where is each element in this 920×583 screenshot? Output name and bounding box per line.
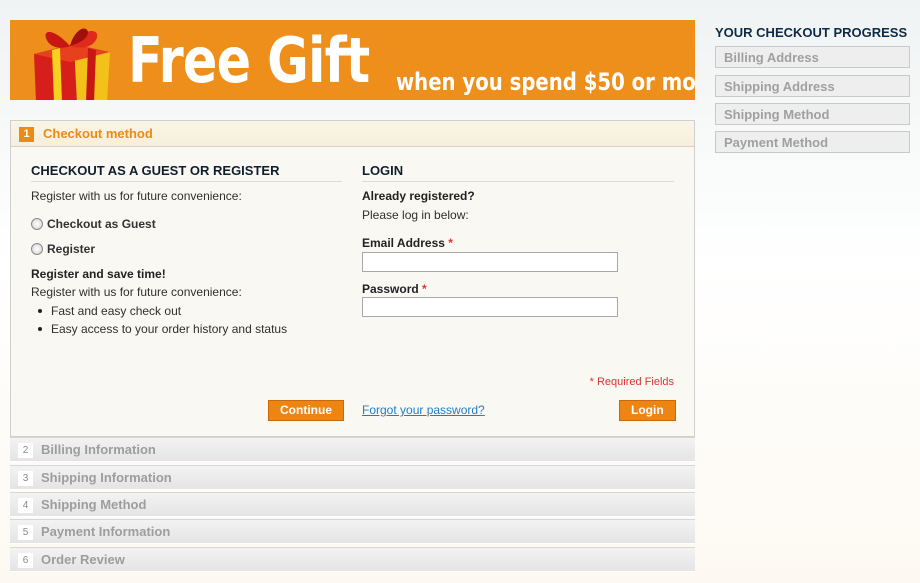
step-title: Billing Information xyxy=(41,442,156,457)
list-item: Fast and easy check out xyxy=(31,302,287,320)
progress-billing-address: Billing Address xyxy=(715,46,910,68)
password-label-text: Password xyxy=(362,282,419,296)
step-billing-information[interactable]: 2 Billing Information xyxy=(10,437,695,462)
benefits-list: Fast and easy check out Easy access to y… xyxy=(31,302,287,338)
radio-guest[interactable] xyxy=(31,218,43,230)
banner-subtitle: when you spend $50 or more! xyxy=(396,68,695,96)
password-label: Password * xyxy=(362,282,427,296)
option-register-label: Register xyxy=(47,242,96,256)
required-mark: * xyxy=(422,282,427,296)
progress-shipping-address: Shipping Address xyxy=(715,75,910,97)
step-shipping-method[interactable]: 4 Shipping Method xyxy=(10,492,695,517)
option-checkout-guest[interactable]: Checkout as Guest xyxy=(31,217,156,231)
guest-intro: Register with us for future convenience: xyxy=(31,189,242,203)
email-field[interactable] xyxy=(362,252,618,272)
step-title: Checkout method xyxy=(43,126,153,141)
password-field[interactable] xyxy=(362,297,618,317)
checkout-progress-title: YOUR CHECKOUT PROGRESS xyxy=(715,25,908,40)
gift-box-icon xyxy=(34,28,110,100)
list-item: Easy access to your order history and st… xyxy=(31,320,287,338)
register-save-title: Register and save time! xyxy=(31,267,166,281)
step-number: 1 xyxy=(19,127,34,142)
step-header[interactable]: 1 Checkout method xyxy=(11,121,694,147)
required-mark: * xyxy=(448,236,453,250)
option-register[interactable]: Register xyxy=(31,242,95,256)
step-title: Shipping Method xyxy=(41,497,147,512)
step-payment-information[interactable]: 5 Payment Information xyxy=(10,519,695,544)
progress-payment-method: Payment Method xyxy=(715,131,910,153)
email-label: Email Address * xyxy=(362,236,453,250)
step-number: 5 xyxy=(18,525,33,540)
guest-register-heading: CHECKOUT AS A GUEST OR REGISTER xyxy=(31,163,342,182)
step-number: 6 xyxy=(18,553,33,568)
option-guest-label: Checkout as Guest xyxy=(47,217,156,231)
step-number: 4 xyxy=(18,498,33,513)
login-button[interactable]: Login xyxy=(619,400,676,421)
continue-button[interactable]: Continue xyxy=(268,400,344,421)
step-number: 2 xyxy=(18,443,33,458)
progress-shipping-method: Shipping Method xyxy=(715,103,910,125)
step-number: 3 xyxy=(18,471,33,486)
email-label-text: Email Address xyxy=(362,236,445,250)
login-heading: LOGIN xyxy=(362,163,674,182)
banner-title: Free Gift xyxy=(128,24,370,97)
forgot-password-link[interactable]: Forgot your password? xyxy=(362,403,485,417)
step-title: Payment Information xyxy=(41,524,171,539)
step-title: Order Review xyxy=(41,552,125,567)
step-checkout-method: 1 Checkout method CHECKOUT AS A GUEST OR… xyxy=(10,120,695,437)
step-title: Shipping Information xyxy=(41,470,172,485)
please-login: Please log in below: xyxy=(362,208,469,222)
radio-register[interactable] xyxy=(31,243,43,255)
free-gift-banner: Free Gift when you spend $50 or more! xyxy=(10,20,695,100)
step-shipping-information[interactable]: 3 Shipping Information xyxy=(10,465,695,490)
required-fields-note: * Required Fields xyxy=(589,376,674,388)
already-registered: Already registered? xyxy=(362,189,475,203)
step-order-review[interactable]: 6 Order Review xyxy=(10,547,695,572)
register-save-intro: Register with us for future convenience: xyxy=(31,285,242,299)
